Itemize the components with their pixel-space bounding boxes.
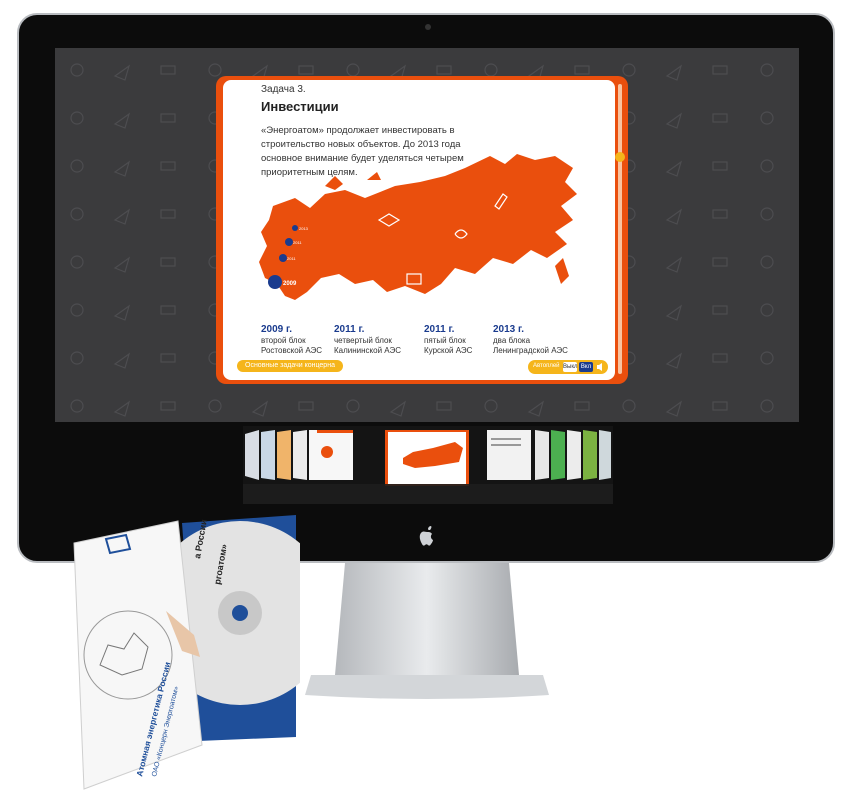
doodle-icon (160, 113, 176, 123)
doodle-icon (760, 63, 774, 77)
doodle-icon (113, 400, 131, 417)
doodle-icon (712, 65, 728, 75)
milestone-item: 2011 г. пятый блок Курской АЭС (424, 324, 473, 355)
doodle-icon (70, 207, 84, 221)
current-thumbnail[interactable] (385, 430, 469, 486)
slide-scrollbar[interactable] (618, 84, 622, 374)
svg-text:2009: 2009 (283, 281, 297, 287)
doodle-icon (113, 352, 131, 369)
doodle-icon (160, 65, 176, 75)
doodle-icon (665, 352, 683, 369)
doodle-icon (70, 303, 84, 317)
doodle-icon (712, 257, 728, 267)
doodle-icon (113, 208, 131, 225)
doodle-icon (113, 112, 131, 129)
doodle-icon (622, 399, 636, 413)
doodle-icon (70, 159, 84, 173)
doodle-icon (622, 63, 636, 77)
doodle-icon (484, 399, 498, 413)
doodle-icon (712, 209, 728, 219)
task-label: Задача 3. (261, 84, 306, 95)
doodle-icon (665, 112, 683, 129)
doodle-icon (160, 257, 176, 267)
camera-icon (425, 24, 431, 30)
doodle-icon (70, 255, 84, 269)
doodle-icon (160, 353, 176, 363)
main-tasks-button[interactable]: Основные задачи концерна (237, 360, 343, 372)
map-marker-label: 2013 (299, 226, 309, 231)
doodle-icon (665, 400, 683, 417)
doodle-icon (760, 207, 774, 221)
svg-text:2011: 2011 (287, 256, 296, 261)
map-marker-2009 (268, 275, 282, 289)
doodle-icon (712, 305, 728, 315)
milestone-item: 2009 г. второй блок Ростовской АЭС (261, 324, 323, 355)
doodle-icon (436, 65, 452, 75)
doodle-icon (160, 161, 176, 171)
milestone-item: 2011 г. четвертый блок Калининской АЭС (334, 324, 401, 355)
slide-thumbnails (243, 426, 613, 504)
audio-control: Автоплей Выкл Вкл (528, 360, 608, 374)
doodle-icon (70, 63, 84, 77)
audio-off-button[interactable]: Выкл (563, 362, 578, 372)
doodle-icon (574, 65, 590, 75)
scroll-thumb[interactable] (615, 152, 625, 162)
doodle-icon (251, 400, 269, 417)
doodle-icon (527, 400, 545, 417)
doodle-icon (665, 304, 683, 321)
apple-logo-icon (419, 526, 433, 546)
doodle-icon (346, 63, 360, 77)
doodle-icon (665, 64, 683, 81)
doodle-icon (665, 160, 683, 177)
doodle-icon (760, 255, 774, 269)
doodle-icon (208, 63, 222, 77)
doodle-icon (760, 111, 774, 125)
thumbnail-strip (243, 430, 613, 504)
audio-on-button[interactable]: Вкл (579, 362, 593, 372)
doodle-icon (298, 401, 314, 411)
doodle-icon (436, 401, 452, 411)
doodle-icon (113, 64, 131, 81)
speaker-icon[interactable] (596, 362, 606, 372)
doodle-icon (712, 113, 728, 123)
russia-map: 2013 2011 2011 2009 (259, 154, 577, 300)
doodle-icon (113, 160, 131, 177)
doodle-icon (760, 159, 774, 173)
doodle-icon (70, 399, 84, 413)
doodle-icon (712, 161, 728, 171)
presentation-slide: Задача 3. Инвестиции «Энергоатом» продол… (216, 76, 628, 384)
thumbnails-right[interactable] (487, 430, 611, 480)
doodle-icon (113, 304, 131, 321)
doodle-icon (346, 399, 360, 413)
doodle-icon (70, 351, 84, 365)
slide-title: Инвестиции (261, 99, 339, 114)
cd-case: а России ргоатом» Атомная энергетика Рос… (73, 515, 300, 790)
doodle-icon (484, 63, 498, 77)
milestones: 2009 г. второй блок Ростовской АЭС 2011 … (261, 324, 601, 364)
doodle-icon (160, 401, 176, 411)
doodle-icon (712, 353, 728, 363)
doodle-icon (760, 303, 774, 317)
slide-content: Задача 3. Инвестиции «Энергоатом» продол… (223, 80, 615, 380)
doodle-icon (113, 256, 131, 273)
doodle-icon (160, 305, 176, 315)
milestone-item: 2013 г. два блока Ленинградской АЭС (493, 324, 568, 355)
doodle-icon (208, 399, 222, 413)
monitor-stand (305, 563, 549, 699)
doodle-icon (70, 111, 84, 125)
doodle-icon (712, 401, 728, 411)
doodle-icon (160, 209, 176, 219)
doodle-icon (760, 351, 774, 365)
doodle-icon (389, 400, 407, 417)
doodle-icon (760, 399, 774, 413)
doodle-icon (298, 65, 314, 75)
thumbnails-left[interactable] (245, 430, 353, 480)
doodle-icon (665, 208, 683, 225)
audio-label: Автоплей (533, 363, 560, 369)
svg-text:2011: 2011 (293, 240, 302, 245)
doodle-icon (665, 256, 683, 273)
doodle-icon (574, 401, 590, 411)
